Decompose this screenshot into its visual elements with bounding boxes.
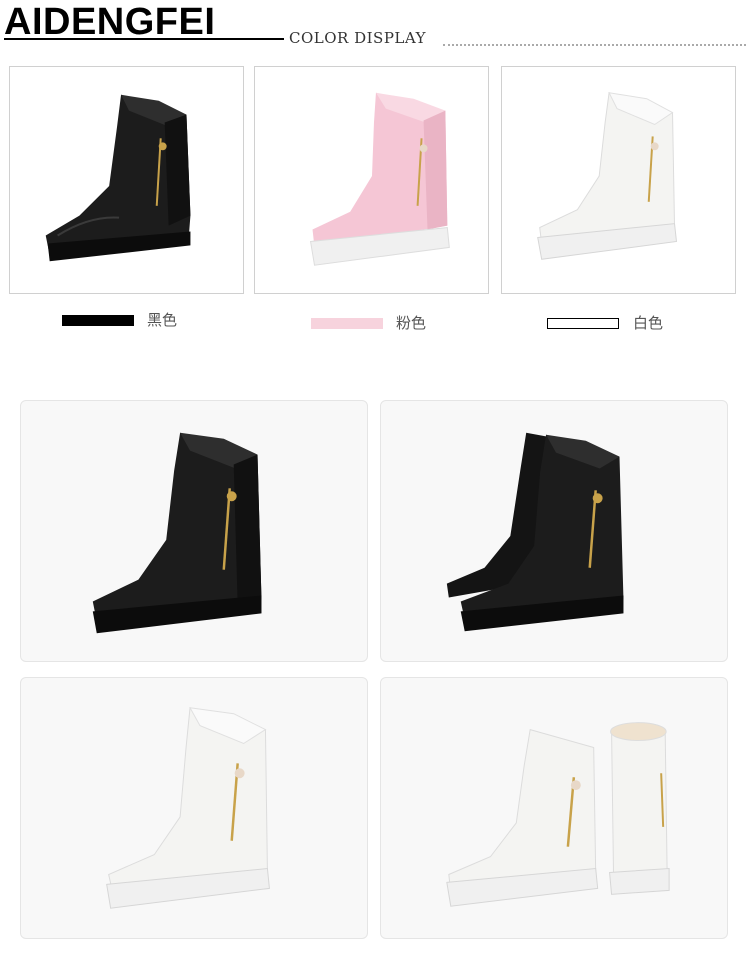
black-boot-pair-view[interactable]	[380, 400, 728, 662]
pink-color-label: 粉色	[396, 314, 427, 332]
white-boot-pair-view[interactable]	[380, 677, 728, 939]
dotted-divider	[443, 44, 746, 46]
pink-boot-image	[309, 92, 450, 266]
white-color-label: 白色	[633, 314, 664, 332]
pink-swatch	[311, 318, 383, 329]
black-color-label: 黑色	[147, 311, 178, 329]
black-swatch	[62, 315, 134, 326]
brand-logo: AIDENGFEI	[4, 1, 216, 43]
brand-underline	[4, 38, 284, 40]
black-boot-large-image	[92, 432, 262, 634]
black-boot-thumbnail[interactable]	[9, 66, 244, 294]
white-boot-image	[537, 92, 678, 260]
pink-boot-thumbnail[interactable]	[254, 66, 489, 294]
section-title: COLOR DISPLAY	[289, 29, 427, 47]
black-boot-pair-image	[446, 432, 624, 632]
white-boot-side-view[interactable]	[20, 677, 368, 939]
white-boot-thumbnail[interactable]	[501, 66, 736, 294]
white-swatch	[547, 318, 619, 329]
black-boot-image	[45, 94, 191, 262]
white-boot-pair-image	[446, 722, 670, 907]
black-boot-side-view[interactable]	[20, 400, 368, 662]
white-boot-large-image	[106, 707, 270, 909]
